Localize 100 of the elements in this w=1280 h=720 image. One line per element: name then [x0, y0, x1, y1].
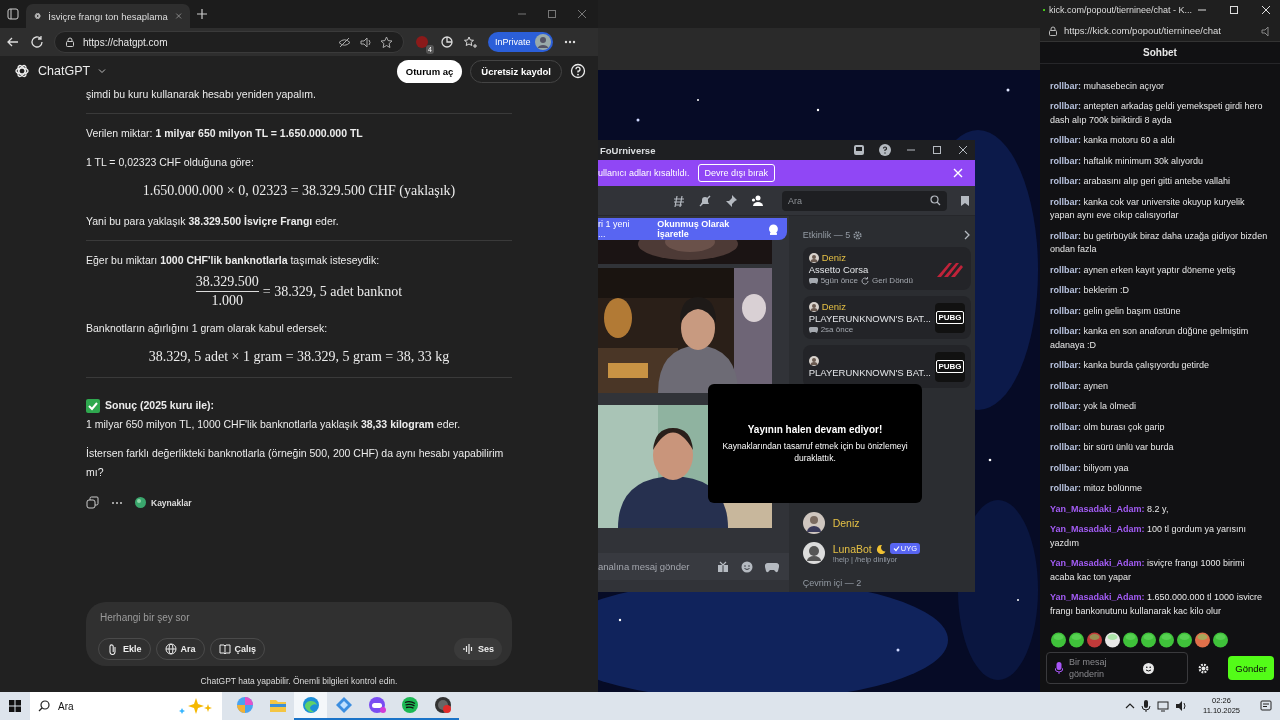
chat-message: rollbar: haftalık minimum 30k alıyordu	[1050, 154, 1205, 168]
emote-icon[interactable]	[1212, 630, 1229, 648]
favorites-icon[interactable]	[464, 35, 478, 49]
tab-title: İsviçre frangı ton hesaplama	[48, 10, 168, 22]
message-field[interactable]: Bir mesaj gönderin	[1046, 652, 1188, 684]
emote-icon[interactable]	[1140, 630, 1157, 648]
sources-button[interactable]: Kaynaklar	[135, 497, 192, 508]
username[interactable]: Yan_Masadaki_Adam:	[1050, 558, 1145, 568]
record-icon	[433, 696, 452, 714]
speaker-icon[interactable]	[1175, 700, 1187, 712]
username[interactable]: rollbar:	[1050, 360, 1081, 370]
read-aloud-icon[interactable]	[359, 35, 372, 49]
music-icon	[400, 696, 419, 714]
waveform-icon	[462, 643, 474, 655]
chat-message: Yan_Masadaki_Adam: 100 tl gordum ya yarısını yazdım	[1050, 523, 1248, 550]
message-input[interactable]: Bir mesaj gönderin	[1069, 655, 1137, 681]
refresh-icon[interactable]	[30, 35, 44, 49]
start-icon[interactable]	[9, 700, 21, 712]
chat-message: Yan_Masadaki_Adam: 8.2 y,	[1050, 502, 1170, 516]
globe-icon	[164, 643, 177, 655]
math-formula: 1.650.000.000 × 0, 02323 = 38.329.500 CHF (yaklaşık)	[141, 182, 457, 200]
chatgpt-logo-icon	[34, 10, 42, 22]
address-text: https://chatgpt.com	[83, 36, 169, 48]
username[interactable]: rollbar:	[1050, 442, 1081, 452]
paperclip-icon	[107, 643, 119, 655]
extensions-icon[interactable]	[440, 35, 454, 49]
star-icon[interactable]	[380, 35, 393, 49]
username[interactable]: rollbar:	[1050, 401, 1081, 411]
emote-icon[interactable]	[1086, 630, 1103, 648]
paragraph: 1 TL = 0,02323 CHF olduğuna göre:	[86, 155, 255, 170]
username[interactable]: Yan_Masadaki_Adam:	[1050, 592, 1145, 602]
maximize-icon[interactable]	[1228, 4, 1240, 16]
emote-icon[interactable]	[1194, 630, 1211, 648]
smiley-icon[interactable]	[1143, 662, 1154, 674]
chat-message: rollbar: mitoz bölünme	[1050, 482, 1144, 495]
paragraph: Banknotların ağırlığını 1 gram olarak kabul edersek:	[86, 321, 329, 336]
emote-icon[interactable]	[1176, 630, 1193, 648]
window-title: kick.com/popout/tierninee/chat - K...	[1048, 5, 1192, 15]
chat-message: rollbar: bir sürü ünlü var burda	[1050, 441, 1175, 454]
chevron-up-icon[interactable]	[1125, 701, 1135, 711]
notification-icon[interactable]	[1260, 700, 1272, 712]
username[interactable]: rollbar:	[1050, 264, 1081, 275]
username[interactable]: rollbar:	[1050, 305, 1081, 316]
disclaimer: ChatGPT hata yapabilir. Önemli bilgileri kontrol edin.	[199, 675, 399, 688]
chat-message: rollbar: aynen	[1050, 379, 1110, 393]
emote-icon[interactable]	[1104, 630, 1121, 648]
chat-message: rollbar: biliyom yaa	[1050, 461, 1130, 475]
globe-icon	[135, 497, 146, 508]
tab-actions-icon[interactable]	[6, 7, 20, 21]
app-title[interactable]: ChatGPT	[38, 64, 91, 78]
message-input[interactable]: Herhangi bir şey sor	[98, 610, 502, 625]
paragraph: Yani bu para yaklaşık 38.329.500 İsviçre Frangı eder.	[86, 214, 340, 229]
eye-slash-icon[interactable]	[338, 35, 351, 49]
copy-icon[interactable]	[86, 496, 99, 509]
username[interactable]: rollbar:	[1050, 421, 1081, 432]
username[interactable]: rollbar:	[1050, 80, 1081, 91]
read-aloud-icon[interactable]	[1260, 24, 1272, 37]
help-icon[interactable]	[570, 63, 586, 79]
emote-icon[interactable]	[1068, 630, 1085, 648]
settings-icon[interactable]	[1198, 662, 1209, 674]
chat-message: rollbar: arabasını alıp geri gitti antebe vallahi	[1050, 175, 1232, 188]
username[interactable]: rollbar:	[1050, 155, 1081, 166]
chatgpt-logo-icon	[14, 63, 30, 79]
check-icon	[86, 398, 100, 413]
search-field[interactable]: Ara	[30, 692, 222, 720]
voice-button[interactable]: Ses	[454, 638, 502, 660]
chat-message: rollbar: kanka en son anaforun düğüne gelmiştim adanaya :D	[1050, 325, 1250, 352]
profile-button[interactable]: InPrivate	[488, 32, 553, 52]
controller-icon	[367, 696, 386, 714]
address-bar[interactable]: https://chatgpt.com	[54, 31, 404, 53]
chat-message: Yan_Masadaki_Adam: 1.650.000.000 tl 1000 isvicre frangı bankonutunu kullanarak kac kilo olur	[1050, 591, 1264, 618]
microphone-icon[interactable]	[1141, 700, 1151, 712]
username[interactable]: rollbar:	[1050, 326, 1081, 336]
chevron-down-icon[interactable]	[98, 67, 107, 75]
fraction-numerator: 38.329.500	[195, 274, 259, 290]
chat-message: rollbar: kanka motoru 60 a aldı	[1050, 134, 1177, 147]
lock-icon	[65, 37, 75, 47]
emote-icon[interactable]	[1050, 630, 1067, 648]
username[interactable]: Yan_Masadaki_Adam:	[1050, 503, 1145, 514]
lock-icon	[1048, 25, 1058, 36]
login-button[interactable]: Oturum aç	[396, 59, 463, 83]
username[interactable]: rollbar:	[1050, 101, 1081, 111]
username[interactable]: rollbar:	[1050, 380, 1081, 391]
username[interactable]: rollbar:	[1050, 230, 1081, 241]
username[interactable]: rollbar:	[1050, 135, 1081, 145]
emote-icon[interactable]	[1122, 630, 1139, 648]
username[interactable]: Yan_Masadaki_Adam:	[1050, 524, 1145, 534]
username[interactable]: rollbar:	[1050, 285, 1081, 295]
emote-icon[interactable]	[1158, 630, 1175, 648]
network-icon[interactable]	[1157, 700, 1169, 712]
username[interactable]: rollbar:	[1050, 483, 1081, 493]
username[interactable]: rollbar:	[1050, 196, 1081, 207]
cube-icon	[334, 696, 353, 714]
new-tab-icon[interactable]	[196, 8, 208, 20]
browser-tab[interactable]: İsviçre frangı ton hesaplama	[26, 4, 190, 28]
heading-text: Sonuç (2025 kuru ile):	[105, 398, 215, 413]
username[interactable]: rollbar:	[1050, 462, 1081, 473]
send-button[interactable]: Gönder	[1228, 656, 1274, 680]
username[interactable]: rollbar:	[1050, 176, 1081, 186]
back-icon[interactable]	[6, 35, 20, 49]
